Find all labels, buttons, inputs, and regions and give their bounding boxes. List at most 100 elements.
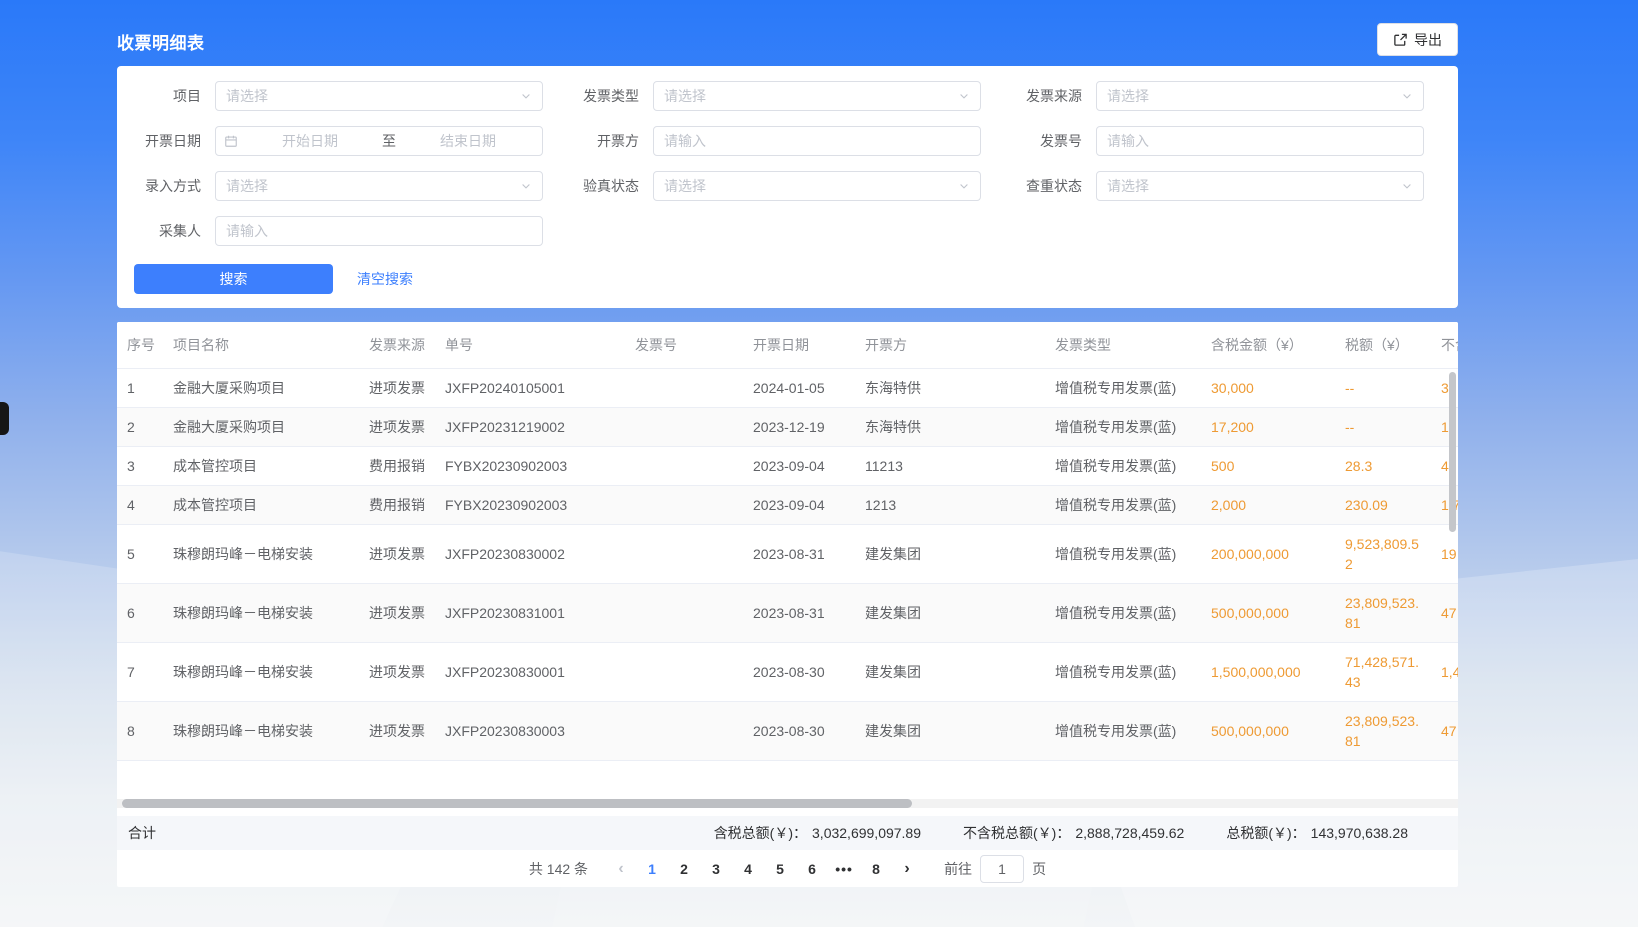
col-source: 发票来源 [359, 322, 435, 369]
cell-source: 进项发票 [359, 643, 435, 702]
verify-status-select[interactable]: 请选择 [653, 171, 981, 201]
invoice-type-select[interactable]: 请选择 [653, 81, 981, 111]
table-row[interactable]: 4成本管控项目费用报销FYBX202309020032023-09-041213… [117, 486, 1458, 525]
pagination-page-2[interactable]: 2 [668, 855, 700, 883]
col-invoice-no: 发票号 [625, 322, 743, 369]
issuer-input[interactable]: 请输入 [653, 126, 981, 156]
cell-source: 费用报销 [359, 486, 435, 525]
page-jump-input[interactable] [980, 855, 1024, 883]
cell-issuer: 11213 [855, 447, 1045, 486]
field-label-duplicate-status: 查重状态 [998, 171, 1096, 201]
cell-tax: 9,523,809.52 [1335, 525, 1431, 584]
pagination-goto-label: 前往 [944, 859, 972, 879]
cell-order-no: JXFP20231219002 [435, 408, 625, 447]
summary-total-incl: 含税总额(￥)：3,032,699,097.89 [714, 823, 921, 843]
cell-order-no: JXFP20230830002 [435, 525, 625, 584]
field-label-invoice-source: 发票来源 [998, 81, 1096, 111]
col-date: 开票日期 [743, 322, 855, 369]
cell-order-no: JXFP20240105001 [435, 369, 625, 408]
export-button[interactable]: 导出 [1377, 23, 1458, 56]
horizontal-scrollbar-thumb[interactable] [122, 799, 912, 808]
cell-tax: 23,809,523.81 [1335, 702, 1431, 761]
cell-invoice-no [625, 486, 743, 525]
table-row[interactable]: 5珠穆朗玛峰－电梯安装进项发票JXFP202308300022023-08-31… [117, 525, 1458, 584]
page-title: 收票明细表 [117, 29, 205, 54]
pagination-page-6[interactable]: 6 [796, 855, 828, 883]
pagination-page-8[interactable]: 8 [860, 855, 892, 883]
cell-source: 进项发票 [359, 369, 435, 408]
summary-totals: 含税总额(￥)：3,032,699,097.89 不含税总额(￥)：2,888,… [714, 823, 1458, 843]
field-label-invoice-number: 发票号 [998, 126, 1096, 156]
cell-type: 增值税专用发票(蓝) [1045, 584, 1201, 643]
invoice-table: 序号 项目名称 发票来源 单号 发票号 开票日期 开票方 发票类型 含税金额（¥… [117, 322, 1458, 761]
table-row[interactable]: 1金融大厦采购项目进项发票JXFP202401050012024-01-05东海… [117, 369, 1458, 408]
cell-tax: 230.09 [1335, 486, 1431, 525]
cell-seq: 3 [117, 447, 163, 486]
cell-project: 珠穆朗玛峰－电梯安装 [163, 525, 359, 584]
col-amount-incl: 含税金额（¥） [1201, 322, 1335, 369]
cell-incl: 500 [1201, 447, 1335, 486]
table-row[interactable]: 3成本管控项目费用报销FYBX202309020032023-09-041121… [117, 447, 1458, 486]
cell-issuer: 建发集团 [855, 525, 1045, 584]
vertical-scrollbar[interactable] [1449, 372, 1456, 852]
collector-input[interactable]: 请输入 [215, 216, 543, 246]
field-label-invoice-type: 发票类型 [555, 81, 653, 111]
cell-project: 珠穆朗玛峰－电梯安装 [163, 584, 359, 643]
cell-type: 增值税专用发票(蓝) [1045, 408, 1201, 447]
cell-seq: 2 [117, 408, 163, 447]
cell-project: 珠穆朗玛峰－电梯安装 [163, 643, 359, 702]
cell-source: 费用报销 [359, 447, 435, 486]
chevron-down-icon [958, 90, 970, 102]
col-project: 项目名称 [163, 322, 359, 369]
end-date-input[interactable]: 结束日期 [402, 131, 534, 151]
cell-invoice-no [625, 525, 743, 584]
table-row[interactable]: 7珠穆朗玛峰－电梯安装进项发票JXFP202308300012023-08-30… [117, 643, 1458, 702]
pagination-page-5[interactable]: 5 [764, 855, 796, 883]
start-date-input[interactable]: 开始日期 [244, 131, 376, 151]
table-row[interactable]: 6珠穆朗玛峰－电梯安装进项发票JXFP202308310012023-08-31… [117, 584, 1458, 643]
pagination-page-1[interactable]: 1 [636, 855, 668, 883]
pagination-ellipsis[interactable]: ••• [828, 855, 860, 883]
cell-type: 增值税专用发票(蓝) [1045, 702, 1201, 761]
pagination-pages: 123456•••8 [636, 855, 892, 883]
pagination-page-4[interactable]: 4 [732, 855, 764, 883]
col-amount-excl: 不含 [1431, 322, 1458, 369]
pagination: 共 142 条 ‹ 123456•••8 › 前往 页 [117, 850, 1458, 887]
table-row[interactable]: 8珠穆朗玛峰－电梯安装进项发票JXFP202308300032023-08-30… [117, 702, 1458, 761]
entry-method-select[interactable]: 请选择 [215, 171, 543, 201]
cell-seq: 1 [117, 369, 163, 408]
cell-incl: 500,000,000 [1201, 702, 1335, 761]
cell-issuer: 建发集团 [855, 643, 1045, 702]
clear-search-link[interactable]: 清空搜索 [357, 269, 413, 289]
table-row[interactable]: 2金融大厦采购项目进项发票JXFP202312190022023-12-19东海… [117, 408, 1458, 447]
project-select[interactable]: 请选择 [215, 81, 543, 111]
calendar-icon [224, 134, 238, 148]
cell-date: 2023-08-31 [743, 584, 855, 643]
pagination-prev-button[interactable]: ‹ [606, 855, 636, 883]
cell-incl: 1,500,000,000 [1201, 643, 1335, 702]
cell-project: 成本管控项目 [163, 447, 359, 486]
pagination-page-3[interactable]: 3 [700, 855, 732, 883]
cell-invoice-no [625, 447, 743, 486]
cell-invoice-no [625, 408, 743, 447]
invoice-source-select[interactable]: 请选择 [1096, 81, 1424, 111]
cell-order-no: JXFP20230831001 [435, 584, 625, 643]
duplicate-status-select[interactable]: 请选择 [1096, 171, 1424, 201]
cell-order-no: FYBX20230902003 [435, 486, 625, 525]
export-icon [1393, 32, 1408, 47]
field-label-collector: 采集人 [117, 216, 215, 246]
vertical-scrollbar-thumb[interactable] [1449, 372, 1456, 532]
cell-order-no: JXFP20230830003 [435, 702, 625, 761]
horizontal-scrollbar[interactable] [117, 799, 1458, 808]
cell-incl: 2,000 [1201, 486, 1335, 525]
cell-issuer: 1213 [855, 486, 1045, 525]
cell-incl: 17,200 [1201, 408, 1335, 447]
chevron-down-icon [1401, 180, 1413, 192]
invoice-date-range-picker[interactable]: 开始日期 至 结束日期 [215, 126, 543, 156]
side-drawer-handle[interactable] [0, 402, 9, 435]
search-button[interactable]: 搜索 [134, 264, 333, 294]
pagination-next-button[interactable]: › [892, 855, 922, 883]
cell-issuer: 建发集团 [855, 702, 1045, 761]
col-seq: 序号 [117, 322, 163, 369]
invoice-number-input[interactable]: 请输入 [1096, 126, 1424, 156]
